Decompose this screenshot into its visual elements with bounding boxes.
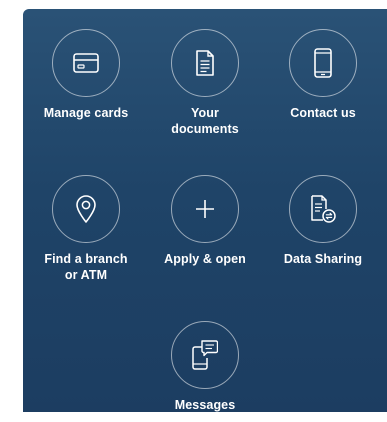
credit-card-icon xyxy=(73,53,99,73)
find-branch-atm-label: Find a branch or ATM xyxy=(44,252,128,282)
find-branch-atm-button[interactable]: Find a branch or ATM xyxy=(26,175,146,283)
messages-button[interactable]: Messages xyxy=(145,321,265,412)
quick-actions-panel: Manage cards Your documents Contact us F… xyxy=(23,9,387,412)
messages-icon xyxy=(192,340,218,370)
your-documents-label: Your documents xyxy=(171,106,239,136)
data-sharing-label: Data Sharing xyxy=(283,252,363,266)
contact-us-circle xyxy=(289,29,357,97)
manage-cards-button[interactable]: Manage cards xyxy=(26,29,146,121)
contact-us-label: Contact us xyxy=(290,106,356,120)
mobile-phone-icon xyxy=(314,48,332,78)
data-sharing-button[interactable]: Data Sharing xyxy=(263,175,383,267)
document-icon xyxy=(196,50,214,76)
messages-circle xyxy=(171,321,239,389)
find-branch-atm-circle xyxy=(52,175,120,243)
apply-open-button[interactable]: Apply & open xyxy=(145,175,265,267)
apply-open-label: Apply & open xyxy=(164,252,246,266)
messages-label: Messages xyxy=(174,398,236,412)
data-sharing-icon xyxy=(311,195,336,223)
plus-icon xyxy=(196,200,214,218)
your-documents-circle xyxy=(171,29,239,97)
contact-us-button[interactable]: Contact us xyxy=(263,29,383,121)
manage-cards-label: Manage cards xyxy=(43,106,129,120)
manage-cards-circle xyxy=(52,29,120,97)
map-pin-icon xyxy=(76,195,96,223)
your-documents-button[interactable]: Your documents xyxy=(145,29,265,137)
apply-open-circle xyxy=(171,175,239,243)
data-sharing-circle xyxy=(289,175,357,243)
